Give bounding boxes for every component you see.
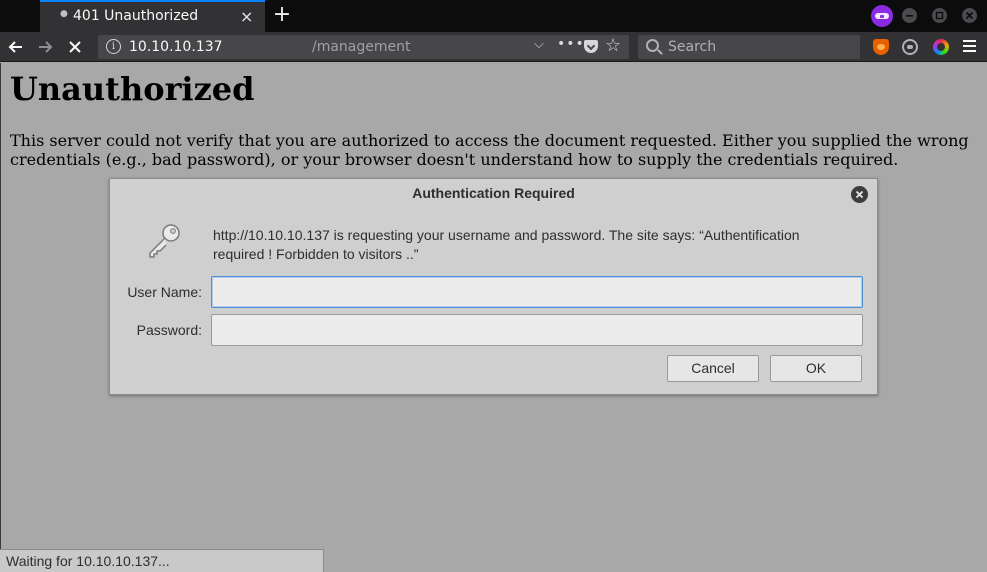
dialog-close-button[interactable] — [851, 186, 868, 203]
page-actions-icon[interactable]: ••• — [557, 36, 585, 52]
menu-icon[interactable] — [963, 40, 976, 53]
password-field[interactable] — [211, 314, 863, 346]
url-bar[interactable]: i 10.10.10.137 /management ⌵ ••• ☆ — [98, 35, 629, 59]
tab-close-icon[interactable]: × — [240, 7, 253, 26]
ok-button[interactable]: OK — [770, 355, 862, 382]
chevron-down-icon[interactable]: ⌵ — [534, 37, 544, 52]
username-field[interactable] — [211, 276, 863, 308]
username-label: User Name: — [127, 284, 202, 300]
private-browsing-icon — [871, 5, 893, 27]
new-tab-button[interactable]: + — [271, 2, 293, 28]
foxyproxy-icon[interactable] — [873, 39, 889, 55]
search-bar[interactable] — [638, 35, 860, 59]
url-host: 10.10.10.137 — [129, 39, 223, 55]
back-arrow-icon — [8, 41, 22, 53]
minimize-icon — [906, 15, 913, 17]
pocket-icon[interactable] — [584, 40, 598, 53]
loading-dot-icon: ● — [60, 9, 68, 19]
search-icon — [646, 39, 659, 52]
minimize-button[interactable] — [902, 8, 917, 23]
dialog-title: Authentication Required — [412, 185, 575, 201]
authentication-dialog: Authentication Required http://10.10.10.… — [109, 178, 878, 395]
page-title: Unauthorized — [10, 70, 255, 108]
password-label: Password: — [136, 322, 202, 338]
forward-arrow-icon — [39, 41, 53, 53]
stop-icon — [69, 41, 81, 53]
cancel-button[interactable]: Cancel — [667, 355, 759, 382]
close-icon — [965, 11, 974, 20]
maximize-icon — [935, 11, 944, 20]
key-icon — [149, 224, 180, 258]
navigation-bar: i 10.10.10.137 /management ⌵ ••• ☆ — [0, 32, 987, 62]
bookmark-star-icon[interactable]: ☆ — [605, 35, 621, 56]
status-bar: Waiting for 10.10.10.137... — [0, 549, 324, 572]
forward-button[interactable] — [33, 35, 57, 59]
tab-strip: ● 401 Unauthorized × + — [0, 0, 987, 32]
site-info-icon[interactable]: i — [106, 39, 121, 54]
hackbar-icon[interactable] — [902, 39, 918, 55]
dialog-message: http://10.10.10.137 is requesting your u… — [213, 227, 800, 262]
maximize-button[interactable] — [932, 8, 947, 23]
back-button[interactable] — [4, 35, 28, 59]
page-body-text: This server could not verify that you ar… — [10, 131, 969, 169]
tab-401-unauthorized[interactable]: ● 401 Unauthorized × — [40, 0, 265, 32]
url-path: /management — [312, 39, 411, 55]
tab-title: 401 Unauthorized — [73, 8, 199, 24]
close-window-button[interactable] — [962, 8, 977, 23]
search-input[interactable] — [668, 38, 853, 56]
stop-loading-button[interactable] — [63, 35, 87, 59]
close-icon — [855, 190, 864, 199]
color-picker-icon[interactable] — [933, 39, 949, 55]
